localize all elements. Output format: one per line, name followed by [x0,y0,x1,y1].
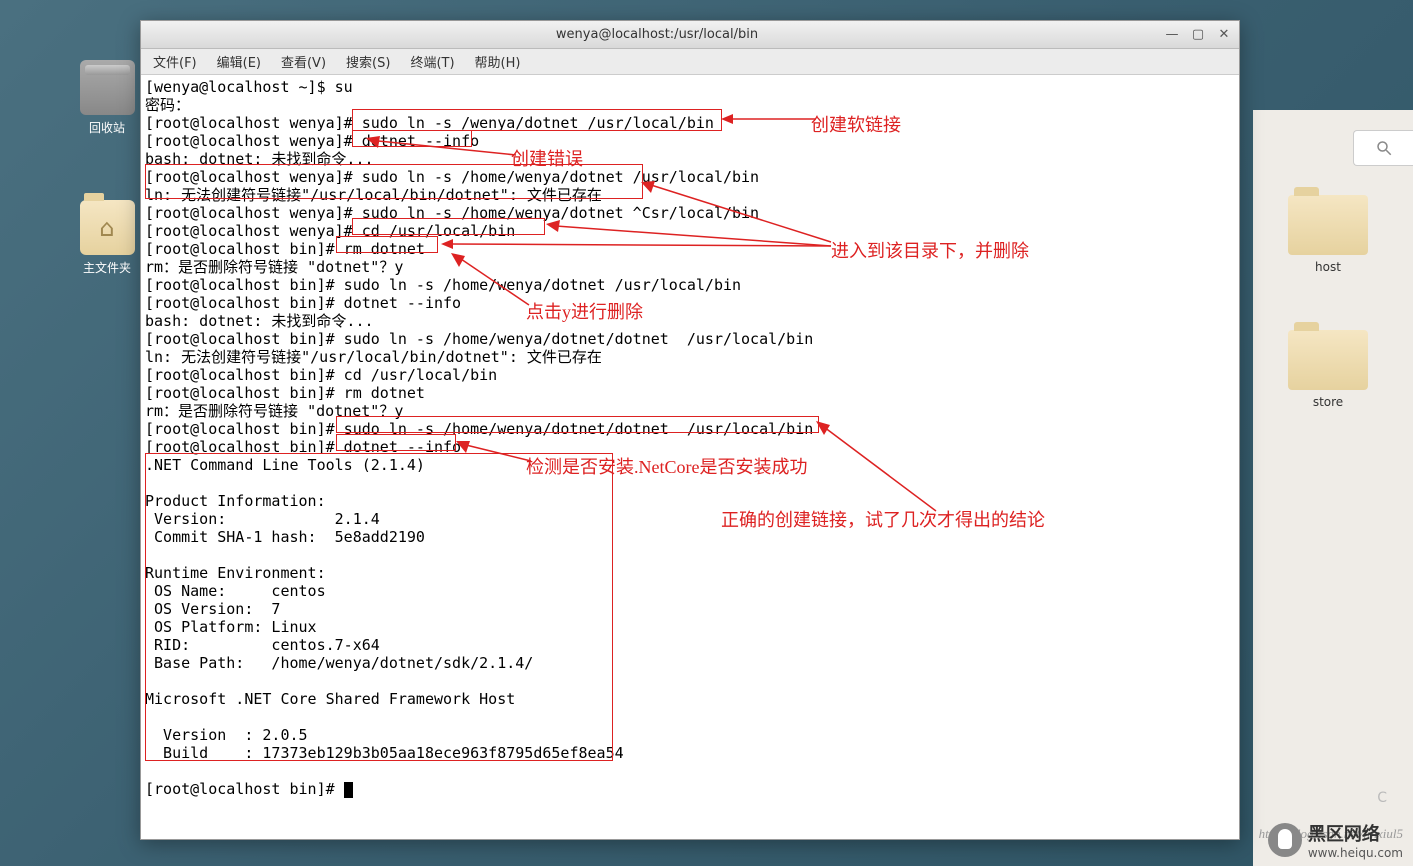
watermark-brand: 黑区网络 [1308,820,1403,846]
indicator-c: C [1377,790,1387,806]
folder-icon: ⌂ [80,200,135,255]
maximize-button[interactable]: ▢ [1191,28,1205,42]
annotation-text: 创建错误 [511,145,583,171]
search-button[interactable] [1353,130,1413,166]
annotation-arrow [441,234,836,254]
annotation-box [336,434,456,451]
terminal-cursor [344,782,353,798]
menu-file[interactable]: 文件(F) [147,50,203,73]
desktop-label: store [1273,395,1383,409]
annotation-box [352,218,545,235]
folder-icon [1288,330,1368,390]
annotation-arrow [721,106,816,126]
terminal-window: wenya@localhost:/usr/local/bin — ▢ ✕ 文件(… [140,20,1240,840]
menu-terminal[interactable]: 终端(T) [404,50,460,73]
desktop-host-folder[interactable]: host [1273,195,1383,274]
watermark-url: www.heiqu.com [1308,846,1403,860]
annotation-text: 点击y进行删除 [526,298,643,324]
annotation-box [145,453,613,761]
home-icon: ⌂ [99,214,114,242]
desktop-trash[interactable]: 回收站 [62,60,152,136]
desktop-home-folder[interactable]: ⌂ 主文件夹 [62,200,152,276]
close-button[interactable]: ✕ [1217,28,1231,42]
annotation-arrow [456,439,536,467]
minimize-button[interactable]: — [1165,28,1179,42]
annotation-arrow [816,421,941,516]
menu-search[interactable]: 搜索(S) [340,50,396,73]
titlebar[interactable]: wenya@localhost:/usr/local/bin — ▢ ✕ [141,21,1239,49]
menubar: 文件(F) 编辑(E) 查看(V) 搜索(S) 终端(T) 帮助(H) [141,49,1239,75]
annotation-text: 进入到该目录下，并删除 [831,237,1029,263]
menu-edit[interactable]: 编辑(E) [211,50,267,73]
annotation-arrow [366,133,516,163]
desktop-label: 回收站 [62,119,152,136]
desktop-store-folder[interactable]: store [1273,330,1383,409]
watermark-logo-icon [1268,823,1302,857]
menu-view[interactable]: 查看(V) [275,50,332,73]
watermark: 黑区网络 www.heiqu.com [1268,820,1403,860]
desktop-label: host [1273,260,1383,274]
window-title: wenya@localhost:/usr/local/bin [149,27,1165,42]
annotation-box [352,109,722,131]
desktop-label: 主文件夹 [62,259,152,276]
folder-icon [1288,195,1368,255]
annotation-box [336,236,438,253]
search-icon [1375,139,1393,157]
menu-help[interactable]: 帮助(H) [469,50,527,73]
annotation-box [336,416,819,433]
trash-icon [80,60,135,115]
annotation-text: 检测是否安装.NetCore是否安装成功 [526,453,807,479]
annotation-arrow [451,253,536,311]
annotation-text: 创建软链接 [811,111,901,137]
